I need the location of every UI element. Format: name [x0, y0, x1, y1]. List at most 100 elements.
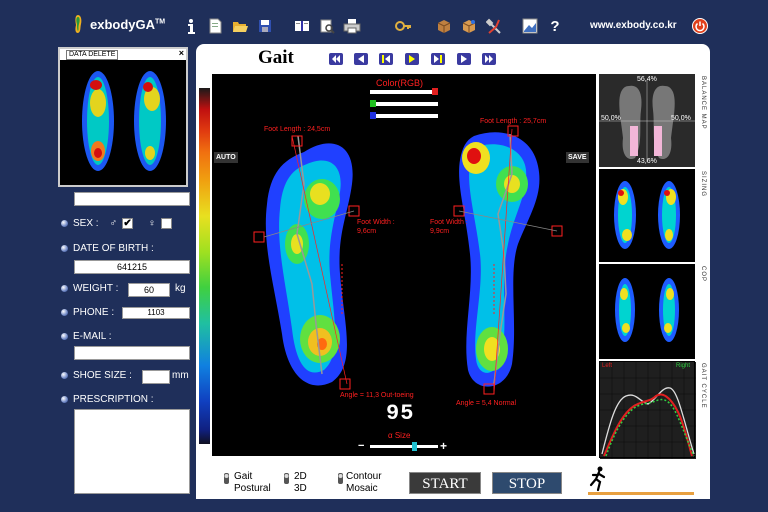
- bullet-icon: [61, 372, 68, 379]
- playback-next-icon[interactable]: [456, 52, 472, 66]
- sizing-panel[interactable]: [599, 169, 695, 262]
- prescription-row: PRESCRIPTION :: [61, 394, 154, 405]
- balance-top-value: 56,4%: [637, 76, 657, 83]
- box-icon[interactable]: [460, 17, 478, 35]
- print-preview-icon[interactable]: [318, 17, 336, 35]
- email-row: E-MAIL :: [61, 331, 112, 342]
- size-slider[interactable]: [370, 442, 438, 451]
- printer-icon[interactable]: [343, 17, 361, 35]
- auto-button[interactable]: AUTO: [214, 152, 238, 163]
- open-folder-icon[interactable]: [231, 17, 249, 35]
- female-checkbox[interactable]: [160, 218, 172, 229]
- sizing-label: SIZING: [700, 171, 706, 198]
- cop-pressure-map: [615, 278, 679, 342]
- save-disk-icon[interactable]: [256, 17, 274, 35]
- right-balance-bar: [654, 126, 662, 156]
- dob-field[interactable]: 641215: [74, 260, 190, 274]
- balance-map-panel[interactable]: 56,4% 43,6% 50,0% 50,0%: [599, 74, 695, 167]
- toggle-switch-icon: [338, 473, 343, 484]
- info-icon[interactable]: [182, 17, 200, 35]
- package-icon[interactable]: [435, 17, 453, 35]
- size-minus-button[interactable]: −: [358, 440, 364, 452]
- balance-left-value: 50,0%: [601, 115, 621, 122]
- balance-bottom-value: 43,6%: [637, 158, 657, 165]
- playback-play-icon[interactable]: [404, 52, 420, 66]
- progress-line: [588, 492, 694, 495]
- balance-map-label: BALANCE MAP: [700, 76, 706, 130]
- cycle-left-label: Left: [602, 363, 613, 369]
- playback-step-back-icon[interactable]: [378, 52, 394, 66]
- pressure-color-scale: [199, 88, 210, 444]
- page-title: Gait: [258, 47, 294, 68]
- cycle-right-label: Right: [676, 363, 691, 369]
- bullet-icon: [61, 245, 68, 252]
- right-foot-width: Foot Width : 9,9cm: [430, 219, 468, 235]
- sex-row: SEX : ♂ ✔ ♀: [61, 218, 172, 229]
- red-slider[interactable]: [370, 88, 438, 95]
- playback-prev-icon[interactable]: [353, 52, 369, 66]
- dob-label: DATE OF BIRTH :: [73, 243, 154, 254]
- male-checkbox[interactable]: ✔: [122, 218, 134, 229]
- 2d-mode-label: 2D: [294, 471, 307, 482]
- shoe-size-label: SHOE SIZE :: [73, 370, 132, 381]
- male-icon: ♂: [109, 218, 118, 229]
- email-label: E-MAIL :: [73, 331, 112, 342]
- green-slider[interactable]: [370, 100, 438, 107]
- sizing-pressure-map: [614, 181, 680, 249]
- prescription-label: PRESCRIPTION :: [73, 394, 154, 405]
- weight-unit: kg: [175, 283, 186, 294]
- 3d-mode-label: 3D: [294, 483, 307, 494]
- mosaic-mode-label: Mosaic: [346, 483, 378, 494]
- gait-cycle-graph: [600, 362, 696, 459]
- note-icon[interactable]: [206, 17, 224, 35]
- gait-mode-label: Gait: [234, 471, 253, 482]
- name-field[interactable]: [74, 192, 190, 206]
- right-angle: Angle = 5,4 Normal: [456, 400, 517, 407]
- shoe-size-field[interactable]: [142, 370, 170, 384]
- weight-field[interactable]: 60: [128, 283, 170, 297]
- gait-cycle-label: GAIT CYCLE: [700, 363, 706, 409]
- phone-row: PHONE :: [61, 307, 114, 318]
- power-icon[interactable]: [692, 18, 708, 34]
- playback-first-icon[interactable]: [328, 52, 344, 66]
- shoe-unit: mm: [172, 370, 189, 381]
- phone-label: PHONE :: [73, 307, 115, 318]
- stop-button[interactable]: STOP: [492, 472, 562, 494]
- gait-pressure-canvas[interactable]: AUTO SAVE Color(RGB) Foot Length : 24,5c…: [212, 74, 596, 456]
- gait-cycle-panel[interactable]: Left Right: [599, 361, 696, 459]
- key-icon[interactable]: [394, 17, 412, 35]
- cop-label: COP: [700, 266, 706, 283]
- website-link[interactable]: www.exbody.co.kr: [590, 20, 677, 31]
- shoe-row: SHOE SIZE :: [61, 370, 132, 381]
- weight-label: WEIGHT :: [73, 283, 119, 294]
- balance-right-value: 50,0%: [671, 115, 691, 122]
- running-person-icon: [589, 466, 606, 492]
- color-rgb-label: Color(RGB): [376, 78, 424, 88]
- data-delete-button[interactable]: DATA DELETE: [66, 50, 119, 60]
- gait-score: 95: [386, 401, 415, 426]
- help-icon[interactable]: ?: [546, 17, 564, 35]
- playback-last-icon[interactable]: [481, 52, 497, 66]
- size-plus-button[interactable]: +: [440, 439, 447, 453]
- book-icon[interactable]: [293, 17, 311, 35]
- cop-panel[interactable]: [599, 264, 695, 359]
- footprint-thumbnail[interactable]: DATA DELETE ×: [58, 47, 188, 187]
- dob-row: DATE OF BIRTH :: [61, 243, 154, 254]
- prescription-textarea[interactable]: [74, 409, 190, 494]
- close-icon[interactable]: ×: [179, 48, 184, 58]
- playback-step-forward-icon[interactable]: [430, 52, 446, 66]
- blue-slider[interactable]: [370, 112, 438, 119]
- start-button[interactable]: START: [409, 472, 481, 494]
- left-foot-width: Foot Width : 9,6cm: [357, 219, 395, 235]
- phone-field[interactable]: 1103: [122, 307, 190, 319]
- image-edit-icon[interactable]: [521, 17, 539, 35]
- footprint-logo-icon: [75, 15, 82, 33]
- save-button[interactable]: SAVE: [566, 152, 589, 163]
- bullet-icon: [61, 333, 68, 340]
- tools-icon[interactable]: [485, 17, 503, 35]
- email-field[interactable]: [74, 346, 190, 360]
- bullet-icon: [61, 396, 68, 403]
- left-foot-length: Foot Length : 24,5cm: [264, 126, 331, 133]
- thumbnail-header: DATA DELETE ×: [60, 48, 186, 60]
- weight-row: WEIGHT :: [61, 283, 118, 294]
